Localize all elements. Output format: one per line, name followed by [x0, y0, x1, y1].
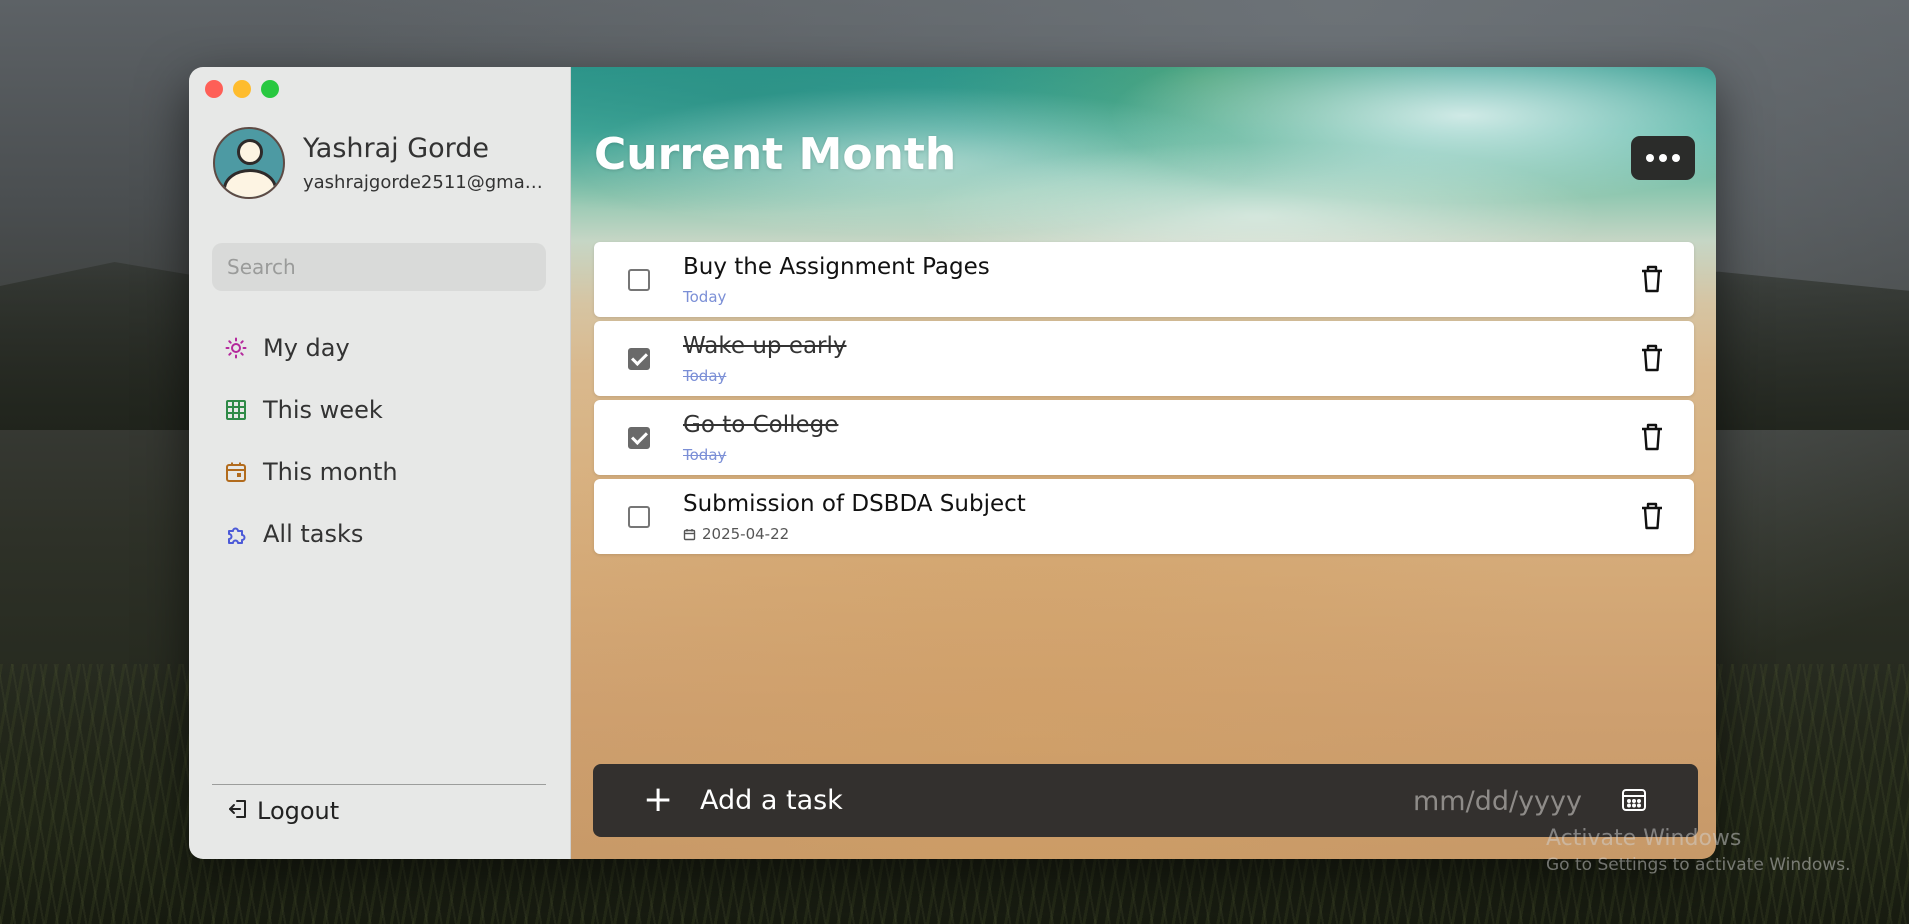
watermark-title: Activate Windows	[1546, 826, 1742, 851]
task-due: Today	[683, 367, 727, 385]
sidebar-item-label: This week	[263, 396, 383, 424]
due-date-input[interactable]	[1413, 782, 1593, 820]
task-title: Buy the Assignment Pages	[683, 254, 990, 280]
sidebar-nav: My day This week This month All tasks	[225, 317, 398, 565]
logout-label: Logout	[257, 797, 340, 825]
task-item[interactable]: Wake up early Today	[594, 321, 1694, 396]
trash-icon[interactable]	[1640, 264, 1664, 294]
watermark-subtitle: Go to Settings to activate Windows.	[1546, 855, 1851, 875]
task-item[interactable]: Go to College Today	[594, 400, 1694, 475]
close-window-button[interactable]	[205, 80, 223, 98]
calendar-icon	[225, 461, 247, 483]
logout-icon	[227, 798, 249, 824]
task-checkbox[interactable]	[628, 269, 650, 291]
task-due: Today	[683, 288, 727, 306]
user-name: Yashraj Gorde	[303, 133, 490, 164]
task-item[interactable]: Submission of DSBDA Subject 2025-04-22	[594, 479, 1694, 554]
sun-icon	[225, 337, 247, 359]
task-checkbox[interactable]	[628, 506, 650, 528]
calendar-picker-icon[interactable]	[1621, 787, 1647, 813]
task-due: 2025-04-22	[683, 525, 789, 543]
calendar-icon	[683, 528, 696, 540]
sidebar-item-this-month[interactable]: This month	[225, 441, 398, 503]
sidebar-item-this-week[interactable]: This week	[225, 379, 398, 441]
task-title: Go to College	[683, 412, 839, 438]
more-options-button[interactable]	[1631, 136, 1695, 180]
task-title: Wake up early	[683, 333, 847, 359]
sidebar-item-all-tasks[interactable]: All tasks	[225, 503, 398, 565]
sidebar-item-label: This month	[263, 458, 398, 486]
sidebar: Yashraj Gorde yashrajgorde2511@gmail....…	[189, 67, 571, 859]
search-input[interactable]	[212, 243, 546, 291]
sidebar-item-my-day[interactable]: My day	[225, 317, 398, 379]
sidebar-item-label: All tasks	[263, 520, 364, 548]
user-profile: Yashraj Gorde yashrajgorde2511@gmail....	[213, 127, 543, 199]
trash-icon[interactable]	[1640, 343, 1664, 373]
minimize-window-button[interactable]	[233, 80, 251, 98]
window-controls	[205, 80, 279, 98]
maximize-window-button[interactable]	[261, 80, 279, 98]
task-due-date: 2025-04-22	[702, 525, 790, 543]
main-panel: Current Month Buy the Assignment Pages T…	[571, 67, 1716, 859]
app-window: Yashraj Gorde yashrajgorde2511@gmail....…	[189, 67, 1716, 859]
windows-activation-watermark: Activate Windows Go to Settings to activ…	[1546, 826, 1851, 875]
task-checkbox[interactable]	[628, 348, 650, 370]
task-list: Buy the Assignment Pages Today Wake up e…	[594, 242, 1694, 558]
add-task-input[interactable]: Add a task	[700, 785, 843, 816]
task-due: Today	[683, 446, 727, 464]
user-email: yashrajgorde2511@gmail....	[303, 172, 543, 193]
logout-button[interactable]: Logout	[227, 797, 339, 825]
sidebar-divider	[212, 784, 546, 785]
avatar	[213, 127, 285, 199]
puzzle-icon	[225, 523, 247, 545]
add-task-bar: + Add a task	[593, 764, 1698, 837]
task-item[interactable]: Buy the Assignment Pages Today	[594, 242, 1694, 317]
trash-icon[interactable]	[1640, 501, 1664, 531]
task-title: Submission of DSBDA Subject	[683, 491, 1026, 517]
task-checkbox[interactable]	[628, 427, 650, 449]
grid-icon	[225, 399, 247, 421]
more-icon	[1646, 154, 1654, 162]
add-task-button[interactable]: +	[643, 782, 673, 820]
sidebar-item-label: My day	[263, 334, 350, 362]
page-title: Current Month	[594, 129, 957, 180]
trash-icon[interactable]	[1640, 422, 1664, 452]
